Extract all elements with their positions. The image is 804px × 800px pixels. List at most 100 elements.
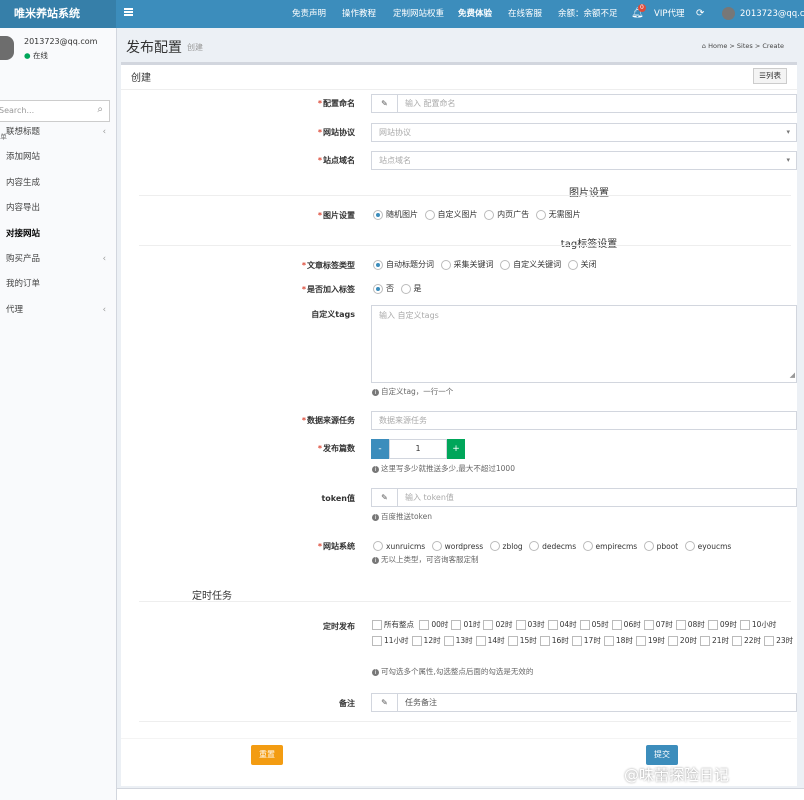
radio-random-image[interactable]: 随机图片 [373, 209, 418, 220]
info-icon: i [372, 514, 379, 521]
top-navbar: 唯米养站系统 免责声明 操作教程 定制网站权重 免费体验 在线客服 余额：余额不… [0, 0, 804, 28]
remark-input[interactable]: ✎ 任务备注 [371, 693, 797, 712]
radio-inner-ad[interactable]: 内页广告 [484, 209, 529, 220]
checkbox-hour[interactable]: 20时 [667, 633, 697, 649]
checkbox-hour[interactable]: 12时 [411, 633, 441, 649]
sidebar-item[interactable]: 购买产品 ‹ [0, 248, 116, 270]
checkbox-hour[interactable]: 11小时 [372, 633, 409, 649]
checkbox-hour[interactable]: 10小时 [739, 617, 776, 633]
search-input[interactable]: Search... [0, 106, 34, 115]
refresh-icon[interactable]: ⟳ [696, 0, 704, 28]
pencil-icon: ✎ [372, 694, 398, 711]
radio-wordpress[interactable]: wordpress [431, 541, 483, 551]
radio-pboot[interactable]: pboot [643, 541, 678, 551]
list-button[interactable]: ☰列表 [753, 68, 787, 84]
add-tag-radios: 否 是 [373, 283, 426, 296]
radio-custom-image[interactable]: 自定义图片 [424, 209, 478, 220]
sidebar-item[interactable]: 我的订单 [0, 273, 116, 295]
nav-disclaimer[interactable]: 免责声明 [292, 0, 326, 28]
chevron-down-icon: ▾ [786, 156, 790, 164]
nav-free-trial[interactable]: 免费体验 [458, 0, 492, 28]
checkbox-hour[interactable]: 06时 [611, 617, 641, 633]
checkbox-hour[interactable]: 19时 [635, 633, 665, 649]
brand-logo[interactable]: 唯米养站系统 [0, 0, 116, 28]
checkbox-hour[interactable]: 07时 [643, 617, 673, 633]
resize-handle-icon[interactable]: ◢ [790, 368, 795, 382]
nav-online-support[interactable]: 在线客服 [508, 0, 542, 28]
sidebar-item-label: 联想标题 [6, 127, 41, 137]
checkbox-hour[interactable]: 09时 [707, 617, 737, 633]
nav-custom-weight[interactable]: 定制网站权重 [393, 0, 444, 28]
post-count-input[interactable]: 1 [389, 439, 447, 459]
sidebar-item[interactable]: 内容生成 [0, 172, 116, 194]
radio-zblog[interactable]: zblog [489, 541, 523, 551]
tag-type-label: *文章标签类型 [301, 261, 355, 270]
checkbox-hour[interactable]: 01时 [451, 617, 480, 633]
divider [139, 721, 791, 722]
checkbox-hour[interactable]: 22时 [732, 633, 761, 649]
search-icon[interactable]: ⌕ [97, 104, 103, 115]
checkbox-hour[interactable]: 04时 [547, 617, 577, 633]
balance-text: 余额：余额不足 [558, 9, 618, 19]
schedule-label: 定时发布 [323, 622, 355, 631]
checkbox-hour[interactable]: 15时 [507, 633, 537, 649]
info-icon: i [372, 389, 379, 396]
domain-select[interactable]: 站点域名 ▾ [371, 151, 797, 170]
sidebar-item[interactable]: 添加网站 [0, 146, 116, 168]
radio-close[interactable]: 关闭 [567, 259, 597, 270]
config-name-input[interactable]: ✎ 输入 配置命名 [371, 94, 797, 113]
checkbox-hour[interactable]: 00时 [419, 617, 448, 633]
form-box: 创建 ☰列表 *配置命名 ✎ 输入 配置命名 *网站协议 网站协议 ▾ *站点域名 … [121, 62, 797, 786]
checkbox-hour[interactable]: 03时 [515, 617, 545, 633]
token-input[interactable]: ✎ 输入 token值 [371, 488, 797, 507]
sidebar-item[interactable]: 对接网站 [0, 223, 116, 245]
page-title: 发布配置 [126, 40, 182, 56]
source-task-input[interactable]: 数据来源任务 [371, 411, 797, 430]
radio-yes[interactable]: 是 [400, 283, 422, 294]
sidebar-item[interactable]: 代理 ‹ [0, 299, 116, 321]
checkbox-hour[interactable]: 13时 [443, 633, 473, 649]
breadcrumb-sites[interactable]: Sites [737, 42, 753, 50]
breadcrumb-home[interactable]: Home [708, 42, 727, 50]
vip-link[interactable]: VIP代理 [654, 0, 684, 28]
radio-auto-segment[interactable]: 自动标题分词 [373, 259, 434, 270]
checkbox-hour[interactable]: 17时 [571, 633, 601, 649]
decrement-button[interactable]: - [371, 439, 389, 459]
radio-custom-keywords[interactable]: 自定义关键词 [500, 259, 561, 270]
radio-collected-keywords[interactable]: 采集关键词 [440, 259, 494, 270]
user-email: 2013723@qq.com [24, 37, 98, 46]
top-user-email[interactable]: 2013723@qq.com [740, 0, 804, 28]
checkbox-all-hours[interactable]: 所有整点 [372, 617, 414, 633]
radio-no[interactable]: 否 [373, 283, 394, 294]
add-tag-label: *是否加入标签 [301, 285, 355, 294]
sidebar-search[interactable]: Search... ⌕ [0, 100, 110, 122]
checkbox-hour[interactable]: 14时 [475, 633, 505, 649]
protocol-select[interactable]: 网站协议 ▾ [371, 123, 797, 142]
sidebar-item[interactable]: 联想标题 ‹ [0, 121, 116, 143]
sidebar-item[interactable]: 内容导出 [0, 197, 116, 219]
checkbox-hour[interactable]: 08时 [675, 617, 705, 633]
checkbox-hour[interactable]: 05时 [579, 617, 609, 633]
increment-button[interactable]: + [447, 439, 465, 459]
checkbox-hour[interactable]: 02时 [483, 617, 513, 633]
checkbox-hour[interactable]: 16时 [539, 633, 569, 649]
nav-tutorial[interactable]: 操作教程 [342, 0, 376, 28]
reset-button[interactable]: 重置 [251, 745, 283, 765]
top-avatar[interactable] [722, 7, 735, 20]
radio-no-image[interactable]: 无需图片 [535, 209, 581, 220]
cms-label: *网站系统 [317, 542, 355, 551]
chevron-left-icon: ‹ [102, 304, 106, 315]
radio-empirecms[interactable]: empirecms [582, 541, 637, 551]
checkbox-hour[interactable]: 23时 [764, 633, 793, 649]
checkbox-hour[interactable]: 21时 [699, 633, 729, 649]
checkbox-hour[interactable]: 18时 [603, 633, 633, 649]
remark-label: 备注 [339, 699, 355, 708]
custom-tags-textarea[interactable]: 输入 自定义tags ◢ [371, 305, 797, 383]
sidebar-toggle-icon[interactable] [124, 8, 133, 16]
radio-xunruicms[interactable]: xunruicms [373, 541, 425, 551]
sidebar-item-label: 代理 [6, 304, 24, 315]
watermark: @味蕾探险日记 [624, 766, 730, 784]
radio-dedecms[interactable]: dedecms [529, 541, 576, 551]
radio-eyoucms[interactable]: eyoucms [684, 541, 731, 551]
submit-button[interactable]: 提交 [646, 745, 678, 765]
